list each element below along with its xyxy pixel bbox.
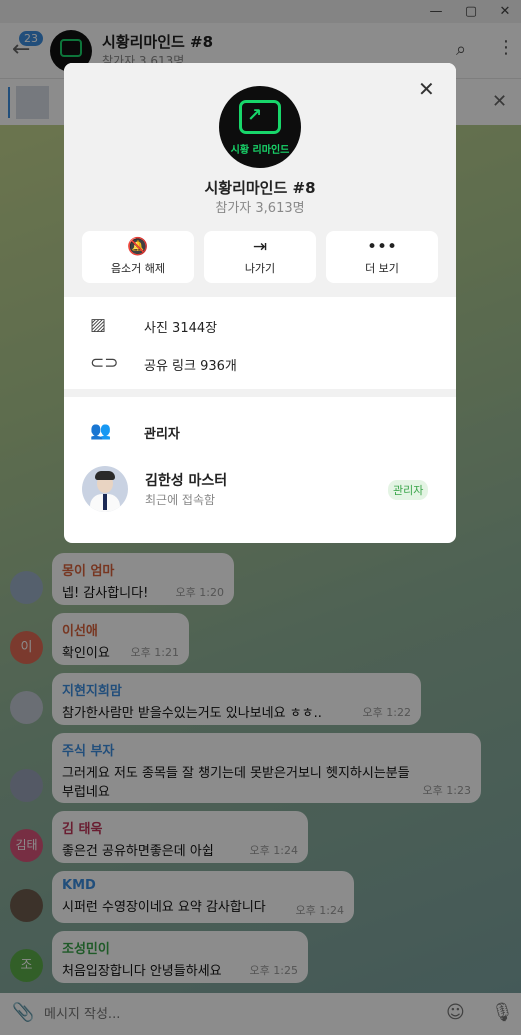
admin-name[interactable]: 김한성 마스터	[145, 470, 227, 490]
more-label: 더 보기	[365, 262, 399, 275]
admin-avatar[interactable]	[82, 466, 128, 512]
leave-icon: ⇥	[252, 237, 268, 257]
link-icon: ⊂⊃	[90, 353, 119, 373]
photos-count: 사진 3144장	[144, 321, 218, 336]
photos-row[interactable]: ▨ 사진 3144장	[64, 305, 456, 345]
admin-last-seen: 최근에 접속함	[145, 493, 216, 507]
close-icon[interactable]: ✕	[418, 77, 435, 101]
more-button[interactable]: ••• 더 보기	[326, 231, 438, 283]
admin-role-badge: 관리자	[388, 480, 429, 500]
photo-icon: ▨	[90, 315, 107, 335]
unmute-label: 음소거 해제	[110, 262, 166, 275]
leave-button[interactable]: ⇥ 나가기	[204, 231, 316, 283]
more-icon: •••	[366, 237, 398, 257]
group-info-dialog: ✕ ↗ 시황 리마인드 시황리마인드 #8 참가자 3,613명 🔕 음소거 해…	[64, 63, 456, 543]
bell-off-icon: 🔕	[127, 237, 149, 257]
section-divider	[64, 389, 456, 397]
admins-heading: 관리자	[144, 427, 180, 442]
admins-section-header: 👥 관리자	[64, 411, 456, 451]
unmute-button[interactable]: 🔕 음소거 해제	[82, 231, 194, 283]
links-count: 공유 링크 936개	[144, 359, 237, 374]
group-title: 시황리마인드 #8	[204, 179, 316, 197]
group-member-count: 참가자 3,613명	[215, 201, 305, 216]
group-avatar[interactable]: ↗ 시황 리마인드	[219, 86, 301, 168]
links-row[interactable]: ⊂⊃ 공유 링크 936개	[64, 343, 456, 383]
leave-label: 나가기	[244, 262, 276, 275]
group-logo-text: 시황 리마인드	[230, 145, 290, 156]
users-icon: 👥	[90, 421, 112, 441]
